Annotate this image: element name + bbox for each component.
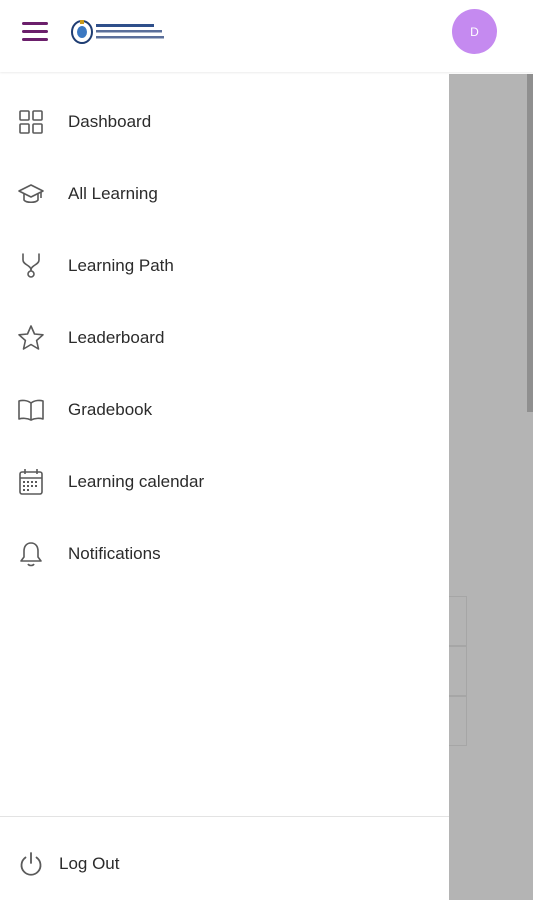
nav-item-label: Learning calendar: [68, 472, 205, 491]
user-avatar[interactable]: D: [452, 9, 497, 54]
nav-item-gradebook[interactable]: Gradebook: [0, 382, 449, 438]
background-card: [449, 646, 467, 696]
nav-item-learning-path[interactable]: Learning Path: [0, 238, 449, 294]
logout-button[interactable]: Log Out: [0, 836, 449, 892]
calendar-icon: [17, 468, 45, 496]
avatar-initial: D: [470, 24, 479, 39]
nav-item-dashboard[interactable]: Dashboard: [0, 94, 449, 150]
nav-item-label: Notifications: [68, 544, 161, 563]
background-card: [449, 696, 467, 746]
nav-item-label: All Learning: [68, 184, 158, 203]
star-icon: [17, 324, 45, 352]
nav-item-label: Gradebook: [68, 400, 153, 419]
nav-item-leaderboard[interactable]: Leaderboard: [0, 310, 449, 366]
bell-icon: [17, 540, 45, 568]
nav-item-label: Leaderboard: [68, 328, 165, 347]
drawer-backdrop[interactable]: [449, 74, 533, 900]
navigation-drawer: Dashboard All Learning Learning Path Lea…: [0, 72, 449, 900]
nav-item-notifications[interactable]: Notifications: [0, 526, 449, 582]
hamburger-menu-icon[interactable]: [22, 22, 48, 42]
scrollbar[interactable]: [527, 74, 533, 412]
dashboard-grid-icon: [17, 108, 45, 136]
background-card: [449, 596, 467, 646]
app-header: D: [0, 0, 533, 72]
nav-item-all-learning[interactable]: All Learning: [0, 166, 449, 222]
nav-item-learning-calendar[interactable]: Learning calendar: [0, 454, 449, 510]
graduation-cap-icon: [17, 180, 45, 208]
nav-item-label: Learning Path: [68, 256, 174, 275]
nav-item-label: Dashboard: [68, 112, 152, 131]
university-logo[interactable]: [70, 17, 170, 47]
hamburger-line: [22, 22, 48, 25]
path-branch-icon: [17, 252, 45, 280]
power-icon: [17, 850, 45, 878]
book-icon: [17, 396, 45, 424]
hamburger-line: [22, 30, 48, 33]
divider: [0, 816, 449, 817]
logout-label: Log Out: [59, 854, 120, 873]
hamburger-line: [22, 38, 48, 41]
